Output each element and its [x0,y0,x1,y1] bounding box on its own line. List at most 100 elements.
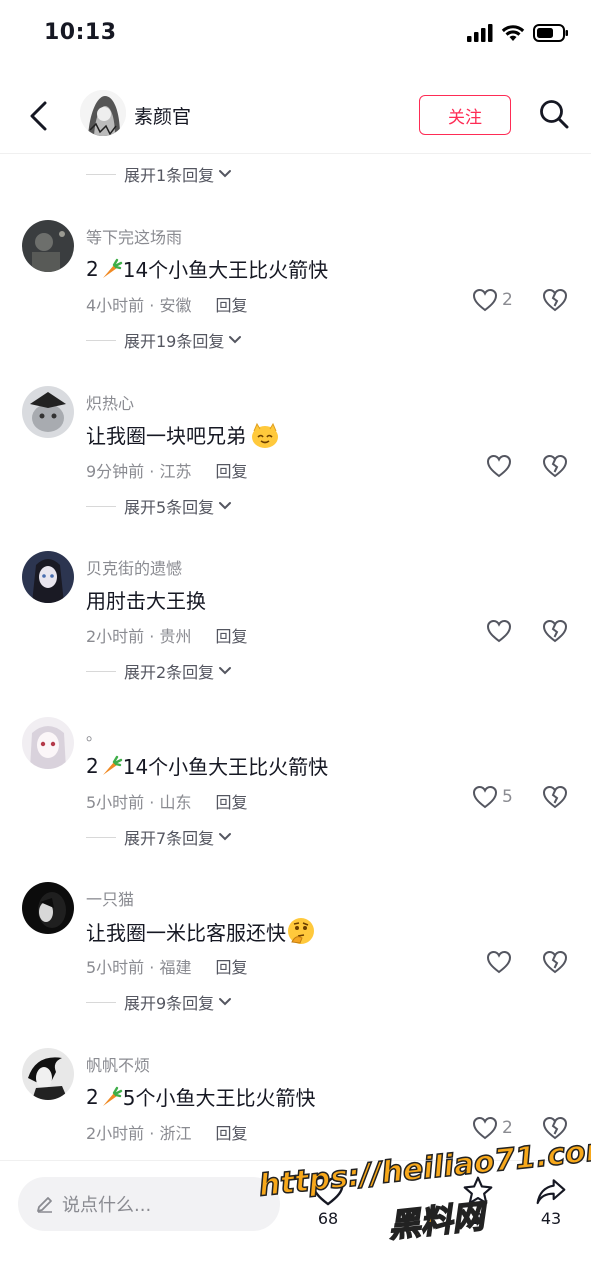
reply-button[interactable]: 回复 [215,1120,247,1144]
commenter-avatar[interactable] [22,717,74,769]
commenter-name[interactable]: 一只猫 [86,886,134,910]
broken-heart-icon [542,619,568,643]
like-button[interactable]: 2 [472,288,513,312]
like-button[interactable]: 5 [472,785,513,809]
author-name[interactable]: 素颜官 [134,102,191,129]
expand-replies-label: 展开2条回复 [124,663,215,682]
commenter-avatar[interactable] [22,882,74,934]
pencil-icon [37,1197,52,1213]
comment-input[interactable]: 说点什么... [18,1177,280,1231]
expand-replies-button[interactable]: 展开2条回复 [86,659,232,683]
comment-time-location: 5小时前 · 山东 [86,793,192,812]
heart-icon [486,950,512,974]
comment-list[interactable]: 展开1条回复 等下完这场雨 2 14个小鱼大王比火箭快 4小时前 · 安徽 回复… [0,155,591,1160]
search-icon [540,100,569,129]
comment-text: 用肘击大王换 [86,585,206,614]
expand-replies-label: 展开19条回复 [124,332,225,351]
heart-icon [486,454,512,478]
expand-replies-label: 展开1条回复 [124,166,215,185]
comment-time-location: 4小时前 · 安徽 [86,296,192,315]
carrot-icon [99,1085,123,1109]
search-button[interactable] [534,94,574,134]
comment-text-part: 2 [86,1084,99,1109]
dislike-button[interactable] [542,454,568,482]
battery-icon [533,24,569,46]
expand-replies-label: 展开9条回复 [124,994,215,1013]
broken-heart-icon [542,288,568,312]
commenter-avatar[interactable] [22,1048,74,1100]
like-count: 5 [502,787,513,807]
expand-replies-button[interactable]: 展开7条回复 [86,825,232,849]
commenter-avatar[interactable] [22,220,74,272]
comment-text: 2 14个小鱼大王比火箭快 [86,254,328,283]
comment-text-part: 2 [86,753,99,778]
reply-button[interactable]: 回复 [215,789,247,813]
broken-heart-icon [542,950,568,974]
chevron-down-icon [218,501,232,511]
divider-line [86,505,116,507]
comment-text: 2 5个小鱼大王比火箭快 [86,1082,315,1111]
heart-icon [472,785,498,809]
reply-button[interactable]: 回复 [215,954,247,978]
comment-time-location: 9分钟前 · 江苏 [86,462,192,481]
comment-text-part: 14个小鱼大王比火箭快 [122,755,329,779]
commenter-avatar[interactable] [22,386,74,438]
chevron-down-icon [218,997,232,1007]
author-avatar[interactable] [80,90,126,136]
dislike-button[interactable] [542,950,568,978]
status-time: 10:13 [44,20,117,45]
like-button[interactable] [486,619,512,643]
reply-button[interactable]: 回复 [215,292,247,316]
comment-meta: 2小时前 · 浙江 回复 [86,1120,247,1144]
divider-line [86,670,116,672]
like-button[interactable] [486,454,512,478]
expand-replies-label: 展开5条回复 [124,498,215,517]
like-button[interactable]: 2 [472,1116,513,1140]
comment-meta: 9分钟前 · 江苏 回复 [86,458,247,482]
comment-text: 让我圈一块吧兄弟 [86,420,280,449]
like-button[interactable] [486,950,512,974]
comment-text-part: 用肘击大王换 [86,589,206,613]
carrot-icon [99,257,123,281]
commenter-name[interactable]: 等下完这场雨 [86,224,182,248]
heart-icon [472,288,498,312]
chevron-left-icon [30,101,47,131]
follow-button[interactable]: 关注 [419,95,511,135]
wifi-icon [501,24,525,46]
back-button[interactable] [20,96,56,136]
divider-line [86,836,116,838]
comment-time-location: 2小时前 · 贵州 [86,627,192,646]
comment-meta: 2小时前 · 贵州 回复 [86,623,247,647]
comment-text-part: 让我圈一块吧兄弟 [86,424,246,448]
status-bar: 10:13 [0,0,591,70]
watermark-text: 黑料网 [386,1196,487,1245]
expand-replies-button[interactable]: 展开1条回复 [86,162,232,186]
dislike-button[interactable] [542,288,568,316]
comment-input-placeholder: 说点什么... [62,1195,152,1216]
heart-icon [486,619,512,643]
comment-text-part: 5个小鱼大王比火箭快 [122,1086,316,1110]
dislike-button[interactable] [542,785,568,813]
chevron-down-icon [218,666,232,676]
expand-replies-button[interactable]: 展开19条回复 [86,328,242,352]
comment-meta: 4小时前 · 安徽 回复 [86,292,247,316]
comment-text: 2 14个小鱼大王比火箭快 [86,751,328,780]
comment-item: 等下完这场雨 2 14个小鱼大王比火箭快 4小时前 · 安徽 回复 2 展开19… [0,220,591,352]
divider-line [86,173,116,175]
commenter-name[interactable]: 贝克街的遗憾 [86,555,182,579]
commenter-name[interactable]: 炽热心 [86,390,134,414]
reply-button[interactable]: 回复 [215,623,247,647]
expand-replies-button[interactable]: 展开9条回复 [86,990,232,1014]
expand-replies-button[interactable]: 展开5条回复 [86,494,232,518]
comment-item: 贝克街的遗憾 用肘击大王换 2小时前 · 贵州 回复 展开2条回复 [0,551,591,683]
heart-icon [472,1116,498,1140]
comment-text-part: 让我圈一米比客服还快 [86,920,286,945]
like-count: 2 [502,290,513,310]
chevron-down-icon [218,832,232,842]
commenter-name[interactable]: 。 [86,721,102,745]
dislike-button[interactable] [542,619,568,647]
commenter-name[interactable]: 帆帆不烦 [86,1052,150,1076]
reply-button[interactable]: 回复 [215,458,247,482]
commenter-avatar[interactable] [22,551,74,603]
thinking-face-icon [286,916,316,946]
